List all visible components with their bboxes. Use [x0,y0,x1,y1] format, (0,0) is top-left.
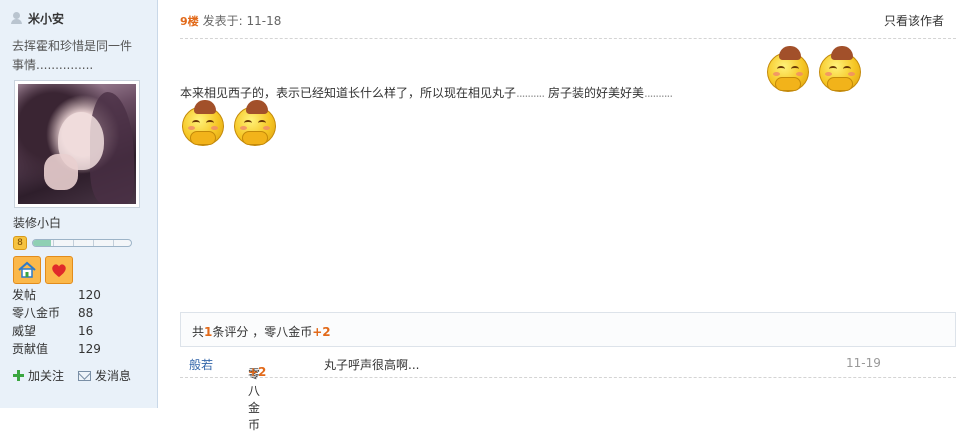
level-icon: 8 [13,236,27,250]
emoticon-group-1 [765,46,865,97]
user-actions: 加关注 发消息 [13,367,131,384]
stat-prestige: 威望 16 [12,324,94,338]
level-progress-bar [32,239,132,247]
emoticon-group-2 [180,100,280,151]
message-button[interactable]: 发消息 [78,367,131,384]
user-stats: 发帖 120 零八金币 88 威望 16 贡献值 129 [12,286,101,358]
follow-button[interactable]: 加关注 [13,367,64,384]
post-text-b: 房子装的好美好美 [548,86,645,100]
rating-date: 11-19 [846,356,881,370]
avatar[interactable] [18,84,136,204]
floor-number: 9楼 [180,15,199,28]
author-signature: 去挥霍和珍惜是同一件事情............... [12,39,133,72]
author-name-row: 米小安 [11,9,64,27]
stat-posts: 发帖 120 [12,288,101,302]
avatar-frame[interactable] [14,80,140,208]
rating-amount: +2 [312,325,331,339]
post-ellipsis-b: .......... [644,86,673,100]
post-text-a: 本来相见西子的，表示已经知道长什么样了，所以现在相见丸子 [180,86,517,100]
laughing-emoticon [180,100,228,148]
home-medal-icon[interactable] [13,256,41,284]
rating-summary: 共1条评分 ，零八金币+2 [180,312,956,347]
laughing-emoticon [232,100,280,148]
laughing-emoticon [765,46,813,94]
post-date: 发表于: 11-18 [202,14,282,28]
user-icon [11,12,22,24]
rater-name[interactable]: 般若 [189,356,213,373]
author-name[interactable]: 米小安 [28,10,64,27]
rating-entry: 般若 零八金币 +2 丸子呼声很高啊... 11-19 [180,347,956,432]
envelope-icon [78,370,92,381]
plus-icon [13,370,24,381]
level-row: 8 [13,236,132,250]
stat-contribution: 贡献值 129 [12,342,101,356]
laughing-emoticon [817,46,865,94]
header-divider [180,38,956,39]
user-rank: 装修小白 [13,216,62,230]
heart-medal-icon[interactable] [45,256,73,284]
stat-coins: 零八金币 88 [12,306,94,320]
rating-message: 丸子呼声很高啊... [324,358,420,372]
medals [13,256,73,284]
post-header: 9楼 发表于: 11-18 只看该作者 [180,12,956,28]
only-author-link[interactable]: 只看该作者 [884,12,944,29]
author-sidebar: 米小安 去挥霍和珍惜是同一件事情............... 装修小白 8 发… [0,0,158,408]
post-ellipsis-a: .......... [516,86,545,100]
